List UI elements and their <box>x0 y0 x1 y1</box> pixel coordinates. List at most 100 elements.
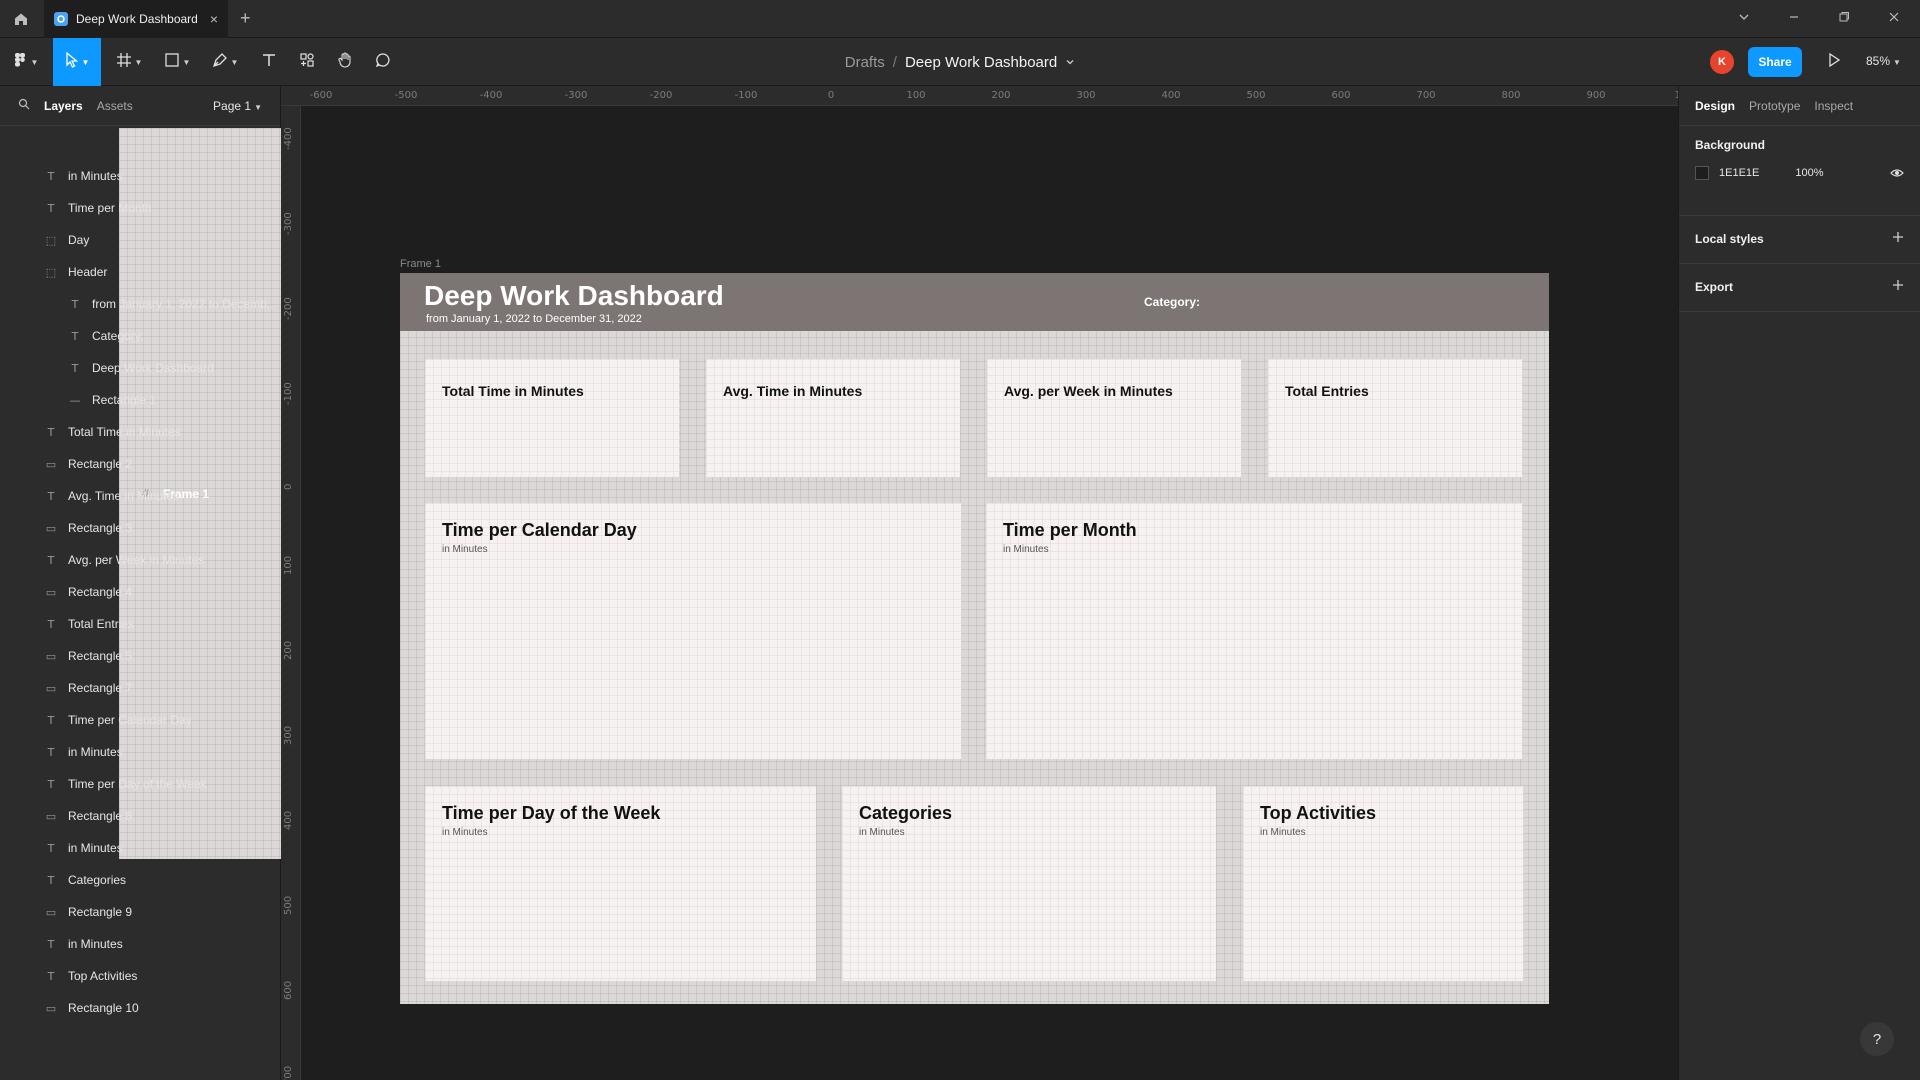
layer-item[interactable]: Tin Minutes <box>0 928 281 960</box>
tab-prototype[interactable]: Prototype <box>1749 99 1800 113</box>
layer-name: Rectangle 2 <box>68 457 133 471</box>
layer-item[interactable]: T Category: <box>0 320 281 352</box>
add-tab-icon[interactable]: + <box>240 8 251 29</box>
dashboard-title[interactable]: Deep Work Dashboard <box>424 280 724 312</box>
close-icon[interactable]: × <box>210 11 218 27</box>
share-button[interactable]: Share <box>1748 47 1802 77</box>
present-button[interactable] <box>1822 50 1846 74</box>
dashboard-header[interactable]: Deep Work Dashboard from January 1, 2022… <box>400 273 1549 331</box>
search-icon[interactable] <box>18 98 30 113</box>
ruler-tick-label: 900 <box>1586 90 1606 101</box>
layer-item[interactable]: ▭ Rectangle 9 <box>0 896 281 928</box>
restore-icon[interactable] <box>1838 10 1850 26</box>
kpi-card-avg-time[interactable]: Avg. Time in Minutes <box>706 359 960 477</box>
background-hex[interactable]: 1E1E1E <box>1719 167 1759 179</box>
canvas[interactable]: -600 -500 -400 -300 -200 -100 0 100 200 300 400 500… <box>281 86 1678 1080</box>
background-opacity[interactable]: 100% <box>1795 167 1823 179</box>
home-icon[interactable] <box>8 6 34 32</box>
layer-item[interactable]: Tin Minutes <box>0 160 281 192</box>
page-selector[interactable]: Page 1 ▼ <box>213 99 262 113</box>
tab-inspect[interactable]: Inspect <box>1814 99 1853 113</box>
layer-item[interactable]: ▭ Rectangle 7 <box>0 672 281 704</box>
layer-item[interactable]: ▭ Rectangle 3 <box>0 512 281 544</box>
move-tool-button[interactable]: ▼ <box>53 38 101 86</box>
eye-icon[interactable] <box>1890 166 1904 183</box>
tab-design[interactable]: Design <box>1695 99 1735 113</box>
main-menu-button[interactable]: ▼ <box>8 38 44 86</box>
layer-item[interactable]: ▭ Rectangle 2 <box>0 448 281 480</box>
color-swatch[interactable] <box>1695 166 1709 180</box>
layer-name: Rectangle 8 <box>68 809 133 823</box>
layer-item[interactable]: ▭ Rectangle 8 <box>0 800 281 832</box>
chart-card-title: Time per Day of the Week <box>442 803 661 823</box>
window-close-icon[interactable] <box>1888 10 1900 26</box>
background-fill-row[interactable]: 1E1E1E 100% <box>1695 166 1904 180</box>
layer-name: Rectangle 10 <box>68 1001 139 1015</box>
breadcrumb-file-name[interactable]: Deep Work Dashboard <box>905 54 1057 71</box>
layer-item[interactable]: ⬚ Header <box>0 256 281 288</box>
frame-tool-button[interactable]: ▼ <box>109 38 149 86</box>
layer-item[interactable]: T Avg. per Week in Minutes <box>0 544 281 576</box>
text-icon: T <box>47 841 55 855</box>
chart-card-title: Categories <box>859 803 953 823</box>
dashboard-frame[interactable]: Deep Work Dashboard from January 1, 2022… <box>400 273 1549 1004</box>
layer-item[interactable]: T Top Activities <box>0 960 281 992</box>
ruler-tick-label: -200 <box>283 297 294 320</box>
layer-item[interactable]: ▭ Rectangle 10 <box>0 992 281 1024</box>
ruler-left: -400 -300 -200 -100 0 100 200 300 400 500 600 700 <box>281 106 301 1080</box>
resources-button[interactable] <box>291 38 323 86</box>
kpi-card-total-entries[interactable]: Total Entries <box>1268 359 1522 477</box>
layer-item[interactable]: — Rectangle 1 <box>0 384 281 416</box>
breadcrumb-separator: / <box>892 53 897 71</box>
tab-deep-work-dashboard[interactable]: Deep Work Dashboard × <box>44 0 228 38</box>
shape-tool-button[interactable]: ▼ <box>157 38 197 86</box>
layer-item[interactable]: ⬚ Day <box>0 224 281 256</box>
frame-label[interactable]: Frame 1 <box>400 258 441 270</box>
ruler-tick-label: -300 <box>564 90 588 101</box>
layer-item[interactable]: Tin Minutes <box>0 736 281 768</box>
layer-name: in Minutes <box>68 937 123 951</box>
text-tool-button[interactable] <box>253 38 285 86</box>
chart-card-top-activities[interactable]: Top Activities in Minutes <box>1243 786 1523 981</box>
layer-item[interactable]: T Avg. Time in Minutes <box>0 480 281 512</box>
layer-item[interactable]: Tin Minutes <box>0 832 281 864</box>
add-style-icon[interactable] <box>1892 230 1904 248</box>
layer-name: Categories <box>68 873 127 887</box>
tab-assets[interactable]: Assets <box>97 99 133 113</box>
text-icon: T <box>71 361 79 375</box>
text-icon: T <box>71 329 79 343</box>
add-export-icon[interactable] <box>1892 278 1904 296</box>
hand-tool-button[interactable] <box>329 38 361 86</box>
layer-item[interactable]: Tfrom January 1, 2022 to Decemb... <box>0 288 281 320</box>
chevron-down-icon[interactable] <box>1738 10 1750 26</box>
layer-item[interactable]: T Total Time in Minutes <box>0 416 281 448</box>
chart-card-time-per-calendar-day[interactable]: Time per Calendar Day in Minutes <box>425 503 961 759</box>
minimize-icon[interactable] <box>1788 10 1800 26</box>
kpi-card-avg-per-week[interactable]: Avg. per Week in Minutes <box>987 359 1241 477</box>
chart-card-time-per-day-of-week[interactable]: Time per Day of the Week in Minutes <box>425 786 816 981</box>
layer-item[interactable]: T Categories <box>0 864 281 896</box>
category-label[interactable]: Category: <box>1144 295 1200 309</box>
layer-item[interactable]: T Time per Month <box>0 192 281 224</box>
layer-item[interactable]: ▭ Rectangle 5 <box>0 640 281 672</box>
layer-item[interactable]: ▭ Rectangle 4 <box>0 576 281 608</box>
layer-item[interactable]: T Time per Day of the Week <box>0 768 281 800</box>
chevron-down-icon[interactable] <box>1065 54 1075 71</box>
layer-item[interactable]: T Time per Calendar Day <box>0 704 281 736</box>
layer-item[interactable]: T Deep Work Dashboard <box>0 352 281 384</box>
breadcrumb-drafts[interactable]: Drafts <box>845 54 885 71</box>
layer-name: Header <box>68 265 108 279</box>
chart-card-time-per-month[interactable]: Time per Month in Minutes <box>986 503 1522 759</box>
pen-tool-button[interactable]: ▼ <box>205 38 245 86</box>
chart-card-categories[interactable]: Categories in Minutes <box>842 786 1216 981</box>
ruler-tick-label: -400 <box>283 127 294 150</box>
zoom-dropdown[interactable]: 85% ▼ <box>1866 54 1901 68</box>
kpi-card-total-time[interactable]: Total Time in Minutes <box>425 359 679 477</box>
tab-layers[interactable]: Layers <box>44 99 83 113</box>
rectangle-icon: ▭ <box>45 457 57 471</box>
comment-tool-button[interactable] <box>367 38 399 86</box>
help-button[interactable]: ? <box>1860 1022 1894 1056</box>
avatar[interactable]: K <box>1710 50 1734 74</box>
date-range-subtitle[interactable]: from January 1, 2022 to December 31, 202… <box>426 313 642 325</box>
layer-item[interactable]: T Total Entries <box>0 608 281 640</box>
